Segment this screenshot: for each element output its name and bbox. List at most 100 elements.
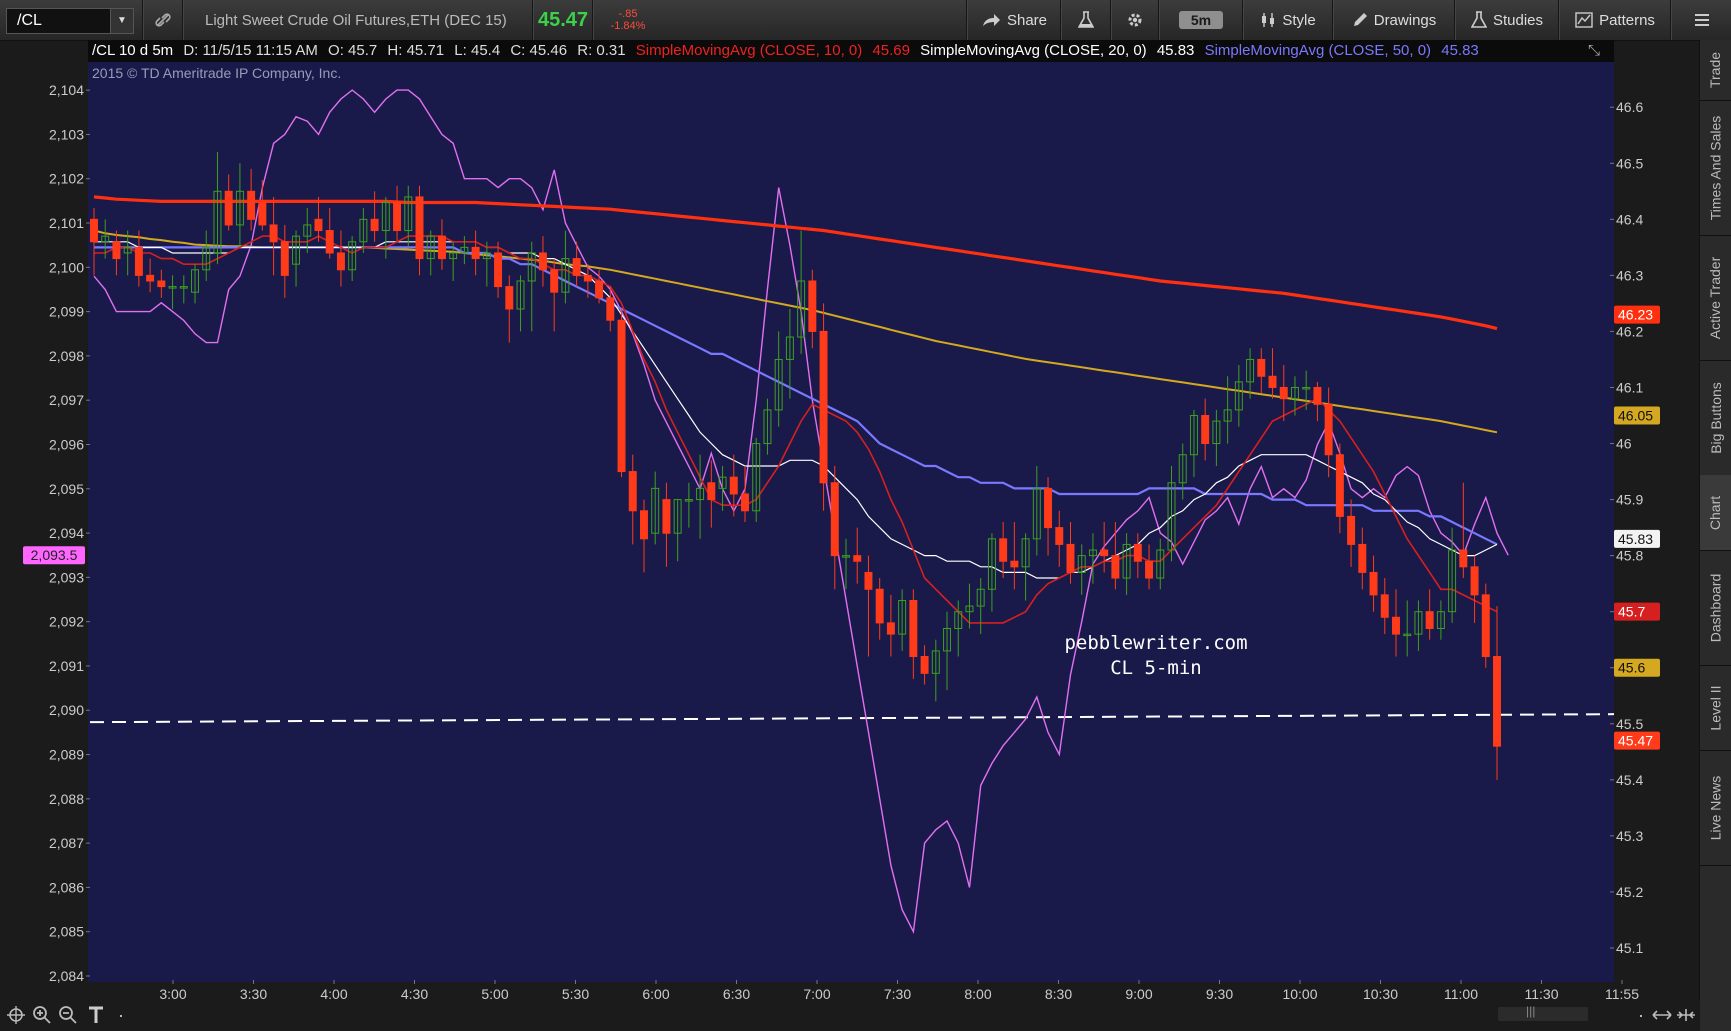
chart-bottom-bar: ||| [0, 1000, 1700, 1031]
link-icon[interactable] [142, 0, 183, 40]
candle-body [583, 274, 592, 282]
header-sma20-label: SimpleMovingAvg (CLOSE, 20, 0) [920, 42, 1147, 59]
left-axis-tick-label: 2,088 [49, 791, 84, 807]
candle-body [393, 202, 402, 232]
candle-body [415, 196, 424, 260]
left-axis-tick-label: 2,089 [49, 747, 84, 763]
candle-body [617, 319, 626, 473]
time-axis-tick-label: 4:00 [320, 986, 347, 1000]
style-button[interactable]: Style [1242, 0, 1333, 40]
right-axis-tick-label: 45.4 [1616, 772, 1643, 788]
candle-body [437, 235, 446, 260]
candle-body [819, 330, 828, 484]
flask-button[interactable] [1060, 0, 1111, 40]
candle-body [662, 499, 671, 534]
price-tag: 45.83 [1618, 531, 1653, 547]
expand-horizontal-icon[interactable] [1652, 1007, 1672, 1023]
header-close: C: 45.46 [510, 42, 568, 59]
candle-body [1380, 594, 1389, 618]
time-axis-tick-label: 7:30 [884, 986, 911, 1000]
candle-body [247, 190, 256, 220]
hamburger-icon [1694, 14, 1709, 26]
sidebar-tab-chart[interactable]: Chart [1700, 475, 1731, 551]
right-axis-tick-label: 46.4 [1616, 211, 1643, 227]
candle-body [314, 218, 323, 232]
candle-body [1392, 616, 1400, 635]
time-axis-tick-label: 9:30 [1206, 986, 1233, 1000]
last-price: 45.47 [532, 0, 593, 40]
time-axis-tick-label: 11:00 [1444, 986, 1478, 1000]
zoom-in-icon[interactable] [32, 1005, 52, 1025]
candle-body [1313, 386, 1322, 405]
candle-body [864, 571, 873, 590]
gear-icon [1128, 13, 1142, 27]
settings-button[interactable] [1110, 0, 1159, 40]
sidebar-tab-times-and-sales[interactable]: Times And Sales [1700, 100, 1731, 236]
share-button[interactable]: Share [966, 0, 1061, 40]
price-chart[interactable]: 2015 © TD Ameritrade IP Company, Inc. 2,… [0, 62, 1700, 1000]
candle-body [538, 252, 547, 271]
toolbar: /CL ▼ Light Sweet Crude Oil Futures,ETH … [0, 0, 1731, 41]
candle-body [1358, 543, 1367, 573]
candle-body [157, 280, 166, 288]
left-axis-tick-label: 2,099 [49, 304, 84, 320]
candle-body [1257, 358, 1266, 377]
time-axis-tick-label: 11:30 [1525, 986, 1559, 1000]
patterns-button[interactable]: Patterns [1558, 0, 1671, 40]
header-sma20-value: 45.83 [1156, 42, 1195, 59]
candle-body [1481, 594, 1490, 658]
time-axis-tick-label: 7:00 [803, 986, 830, 1000]
scroll-right-dot [1640, 1015, 1642, 1017]
compress-horizontal-icon[interactable] [1676, 1007, 1696, 1023]
candle-body [1470, 566, 1479, 596]
candle-body [1055, 527, 1064, 545]
menu-button[interactable] [1670, 0, 1731, 40]
studies-button[interactable]: Studies [1454, 0, 1559, 40]
text-tool-icon[interactable] [86, 1005, 106, 1025]
candle-body [471, 246, 480, 260]
candle-body [572, 258, 581, 276]
drawings-button[interactable]: Drawings [1332, 0, 1455, 40]
candle-body [280, 241, 289, 276]
timeframe-button[interactable]: 5m [1158, 0, 1243, 40]
time-axis-tick-label: 6:00 [642, 986, 669, 1000]
candle-body [741, 493, 749, 512]
chevron-down-icon[interactable]: ▼ [110, 9, 133, 33]
sidebar-tab-dashboard[interactable]: Dashboard [1700, 550, 1731, 666]
candle-body [1324, 403, 1333, 456]
candle-body [853, 555, 862, 562]
left-axis-tick-label: 2,094 [49, 525, 84, 541]
candle-body [628, 471, 637, 512]
instrument-description: Light Sweet Crude Oil Futures,ETH (DEC 1… [182, 0, 555, 40]
symbol-input[interactable]: /CL ▼ [6, 8, 134, 34]
right-axis-tick-label: 45.3 [1616, 828, 1643, 844]
candle-body [494, 252, 503, 288]
left-axis-tick-label: 2,093 [49, 569, 84, 585]
sidebar-tab-big-buttons[interactable]: Big Buttons [1700, 360, 1731, 476]
sidebar-tab-trade[interactable]: Trade [1700, 40, 1731, 101]
header-sma50-value: 45.83 [1441, 42, 1479, 59]
horizontal-scrollbar-thumb[interactable]: ||| [1498, 1004, 1588, 1021]
sidebar-tab-live-news[interactable]: Live News [1700, 750, 1731, 866]
candle-body [707, 482, 716, 501]
net-change: -.85 -1.84% [592, 0, 663, 40]
crosshair-icon[interactable] [6, 1005, 26, 1025]
candle-body [134, 246, 143, 276]
sidebar-tab-level-ii[interactable]: Level II [1700, 665, 1731, 751]
zoom-out-icon[interactable] [58, 1005, 78, 1025]
right-axis-tick-label: 45.9 [1616, 492, 1643, 508]
sidebar-tab-active-trader[interactable]: Active Trader [1700, 235, 1731, 361]
time-axis-tick-label: 3:30 [240, 986, 267, 1000]
right-axis-tick-label: 46.2 [1616, 323, 1643, 339]
right-axis-tick-label: 45.2 [1616, 884, 1643, 900]
candle-body [90, 218, 98, 243]
right-axis-tick-label: 45.5 [1616, 716, 1643, 732]
header-sma50-label: SimpleMovingAvg (CLOSE, 50, 0) [1204, 42, 1432, 59]
candle-body [1044, 487, 1053, 529]
left-axis-tick-label: 2,092 [49, 614, 84, 630]
candle-body [269, 224, 278, 243]
left-axis-tick-label: 2,096 [49, 436, 84, 452]
time-axis-tick-label: 3:00 [159, 986, 186, 1000]
candle-body [909, 599, 918, 658]
collapse-header-icon[interactable]: ⤡ [1588, 40, 1600, 62]
